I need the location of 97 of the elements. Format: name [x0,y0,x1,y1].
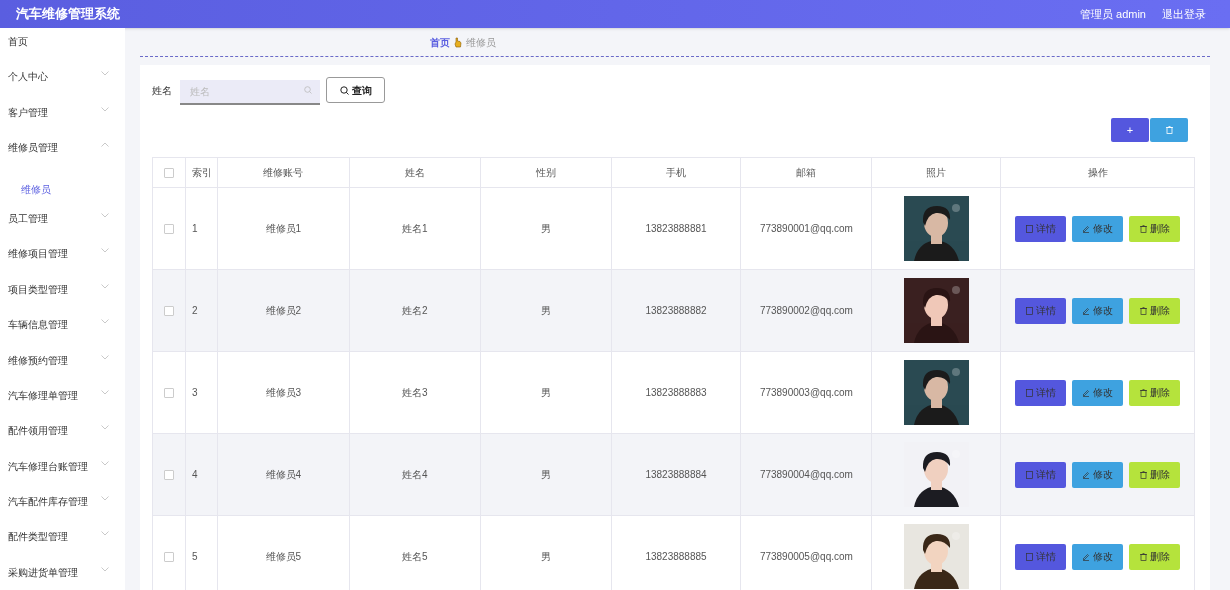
column-header: 操作 [1087,166,1108,180]
pen-icon [1082,388,1091,397]
table-cell-text: 姓名3 [401,386,428,400]
document-icon [1025,224,1033,233]
user-label: 管理员 admin [1079,6,1146,22]
column-header: 邮箱 [796,166,817,180]
sidebar-item[interactable]: 项目类型管理 [8,281,68,297]
column-header: 性别 [535,166,556,180]
action-button[interactable]: 修改 [1072,297,1124,324]
table-cell-text: 男 [540,222,551,236]
checkbox[interactable] [164,469,174,480]
trash-icon [1139,552,1147,561]
table-cell-text: 5 [191,550,198,564]
table-cell-text: 男 [540,386,551,400]
table-cell-text: 维修员5 [265,550,302,564]
table-cell-text: 3 [191,386,198,400]
table-cell-text: 1 [191,222,198,236]
search-label: 姓名 [152,83,172,98]
app-title: 汽车维修管理系统 [16,5,120,24]
sidebar-item[interactable]: 维修项目管理 [8,246,68,262]
document-icon [1025,388,1033,397]
checkbox[interactable] [164,305,174,316]
column-header: 手机 [666,166,686,180]
search-icon [339,85,349,95]
sidebar-item[interactable]: 维修员管理 [8,140,58,156]
table-cell-text: 维修员2 [265,304,302,318]
table-cell-text: 13823888881 [645,222,707,236]
document-icon [1025,306,1033,315]
pen-icon [1082,552,1091,561]
action-button[interactable]: 修改 [1072,215,1124,242]
sidebar-subitem[interactable]: 维修员 [21,183,51,195]
checkbox[interactable] [164,551,174,562]
action-button[interactable]: 修改 [1072,543,1124,570]
column-header: 照片 [926,166,947,180]
checkbox[interactable] [164,223,174,234]
pen-icon [1082,224,1091,233]
sidebar-item[interactable]: 维修预约管理 [8,352,68,368]
sidebar-item[interactable]: 首页 [8,34,28,49]
trash-icon [1139,388,1147,397]
sidebar-item[interactable]: 汽车修理台账管理 [8,458,88,474]
table-cell-text: 13823888885 [645,550,707,564]
table-cell-text: 773890004@qq.com [759,468,853,482]
sidebar-item[interactable]: 采购进货单管理 [8,564,78,580]
search-icon [304,85,312,94]
table-cell-text: 13823888884 [645,468,707,482]
column-header: 索引 [191,166,212,180]
trash-icon [1139,306,1147,315]
table-cell-text: 男 [540,550,551,564]
sidebar-item[interactable]: 客户管理 [8,104,48,120]
trash-icon [1139,470,1147,479]
sidebar-item[interactable]: 汽车修理单管理 [8,387,78,403]
sidebar-item[interactable]: 员工管理 [8,210,48,226]
sidebar-item[interactable]: 车辆信息管理 [8,317,68,333]
action-button[interactable]: 删除 [1129,379,1181,406]
pen-icon [1082,306,1091,315]
search-button[interactable]: 查询 [326,77,385,103]
document-icon [1025,470,1033,479]
table-cell-text: 维修员1 [265,222,302,236]
table-cell-text: 男 [540,304,551,318]
table-cell-text: 2 [191,304,198,318]
checkbox[interactable] [164,167,174,178]
table-cell-text: 4 [191,468,198,482]
table-cell-text: 维修员3 [265,386,302,400]
column-header: 姓名 [404,166,425,180]
pen-icon [1082,470,1091,479]
table-cell-text: 姓名1 [401,222,428,236]
document-icon [1025,552,1033,561]
sidebar-item[interactable]: 汽车配件库存管理 [8,494,88,510]
checkbox[interactable] [164,387,174,398]
action-button[interactable]: 修改 [1072,461,1124,488]
table-cell-text: 维修员4 [265,468,302,482]
table-cell-text: 姓名4 [401,468,428,482]
trash-icon [1139,224,1147,233]
action-button[interactable]: 删除 [1129,215,1181,242]
delete-button[interactable] [1150,118,1188,142]
column-header: 维修账号 [263,166,304,180]
add-button[interactable]: + [1111,118,1149,142]
sidebar-item[interactable]: 配件领用管理 [8,423,68,439]
action-button[interactable]: 删除 [1129,461,1181,488]
table-cell-text: 773890005@qq.com [759,550,853,564]
table-cell-text: 姓名5 [401,550,428,564]
table-cell-text: 男 [540,468,551,482]
table-cell-text: 13823888883 [645,386,707,400]
table-cell-text: 773890002@qq.com [759,304,853,318]
hand-icon [454,36,462,48]
table-cell-text: 773890001@qq.com [759,222,853,236]
trash-icon [1165,126,1173,134]
action-button[interactable]: 删除 [1129,543,1181,570]
sidebar-item[interactable]: 配件类型管理 [8,529,68,545]
table-cell-text: 姓名2 [401,304,428,318]
action-button[interactable]: 删除 [1129,297,1181,324]
table-cell-text: 773890003@qq.com [759,386,853,400]
sidebar-item[interactable]: 个人中心 [8,69,48,85]
logout-link[interactable]: 退出登录 [1162,5,1206,23]
table-cell-text: 13823888882 [645,304,707,318]
breadcrumb-item[interactable]: 首页 [430,34,450,50]
action-button[interactable]: 修改 [1072,379,1124,406]
